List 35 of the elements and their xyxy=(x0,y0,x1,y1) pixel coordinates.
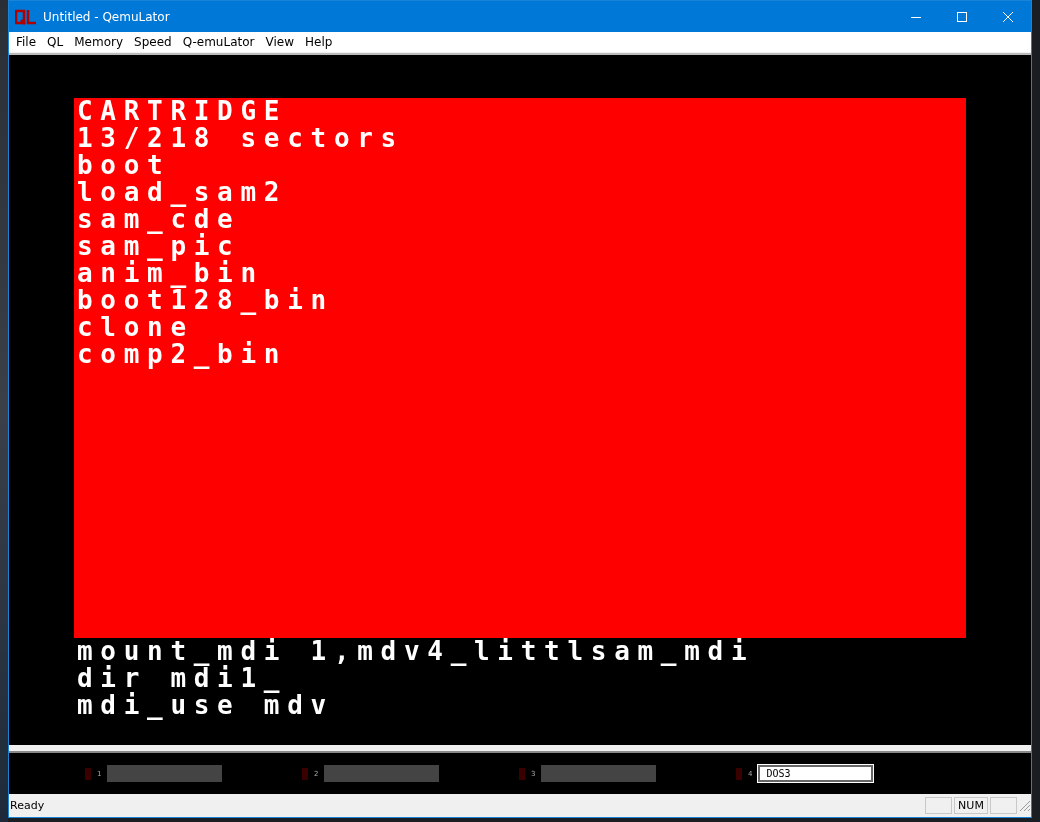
status-panel xyxy=(925,796,952,814)
screen-text: 13/218 sectors xyxy=(76,125,405,152)
screen-text: boot128_bin xyxy=(76,287,335,314)
menu-item[interactable]: Memory xyxy=(69,35,130,49)
screen-text: comp2_bin xyxy=(76,341,289,368)
screen-text: boot xyxy=(76,152,172,179)
menu-item[interactable]: Q-emuLator xyxy=(177,35,261,49)
drive-slot[interactable] xyxy=(107,765,223,782)
window-title: Untitled - QemuLator xyxy=(43,9,170,24)
menu-item[interactable]: File xyxy=(11,35,43,49)
screen-text: anim_bin xyxy=(76,260,264,287)
drive-slot[interactable] xyxy=(324,765,440,782)
resize-grip-icon[interactable] xyxy=(1017,798,1031,812)
screen-text: sam_cde xyxy=(76,206,241,233)
screen-text: load_sam2 xyxy=(76,179,289,206)
menu-item[interactable]: QL xyxy=(42,35,70,49)
command-line: dir mdi1_ xyxy=(76,665,289,692)
command-line: mount_mdi 1,mdv4_littlsam_mdi xyxy=(76,638,756,665)
screen-text: CARTRIDGE xyxy=(76,98,289,125)
status-panel xyxy=(990,796,1017,814)
app-logo-icon xyxy=(15,8,37,25)
screen-text: sam_pic xyxy=(76,233,241,260)
drive-slot[interactable] xyxy=(541,765,657,782)
drive-led xyxy=(85,767,91,780)
status-indicator: NUM xyxy=(954,796,988,814)
drive-led xyxy=(519,767,525,780)
command-line: mdi_use mdv xyxy=(76,692,335,719)
screen-text: clone xyxy=(76,314,194,341)
menu-item[interactable]: View xyxy=(260,35,300,49)
drive-led xyxy=(302,767,308,780)
drive-led xyxy=(736,767,742,780)
drive-slot[interactable]: DOS3 xyxy=(758,765,874,782)
menu-item[interactable]: Help xyxy=(299,35,339,49)
menu-item[interactable]: Speed xyxy=(129,35,178,49)
status-text: Ready xyxy=(10,798,45,812)
